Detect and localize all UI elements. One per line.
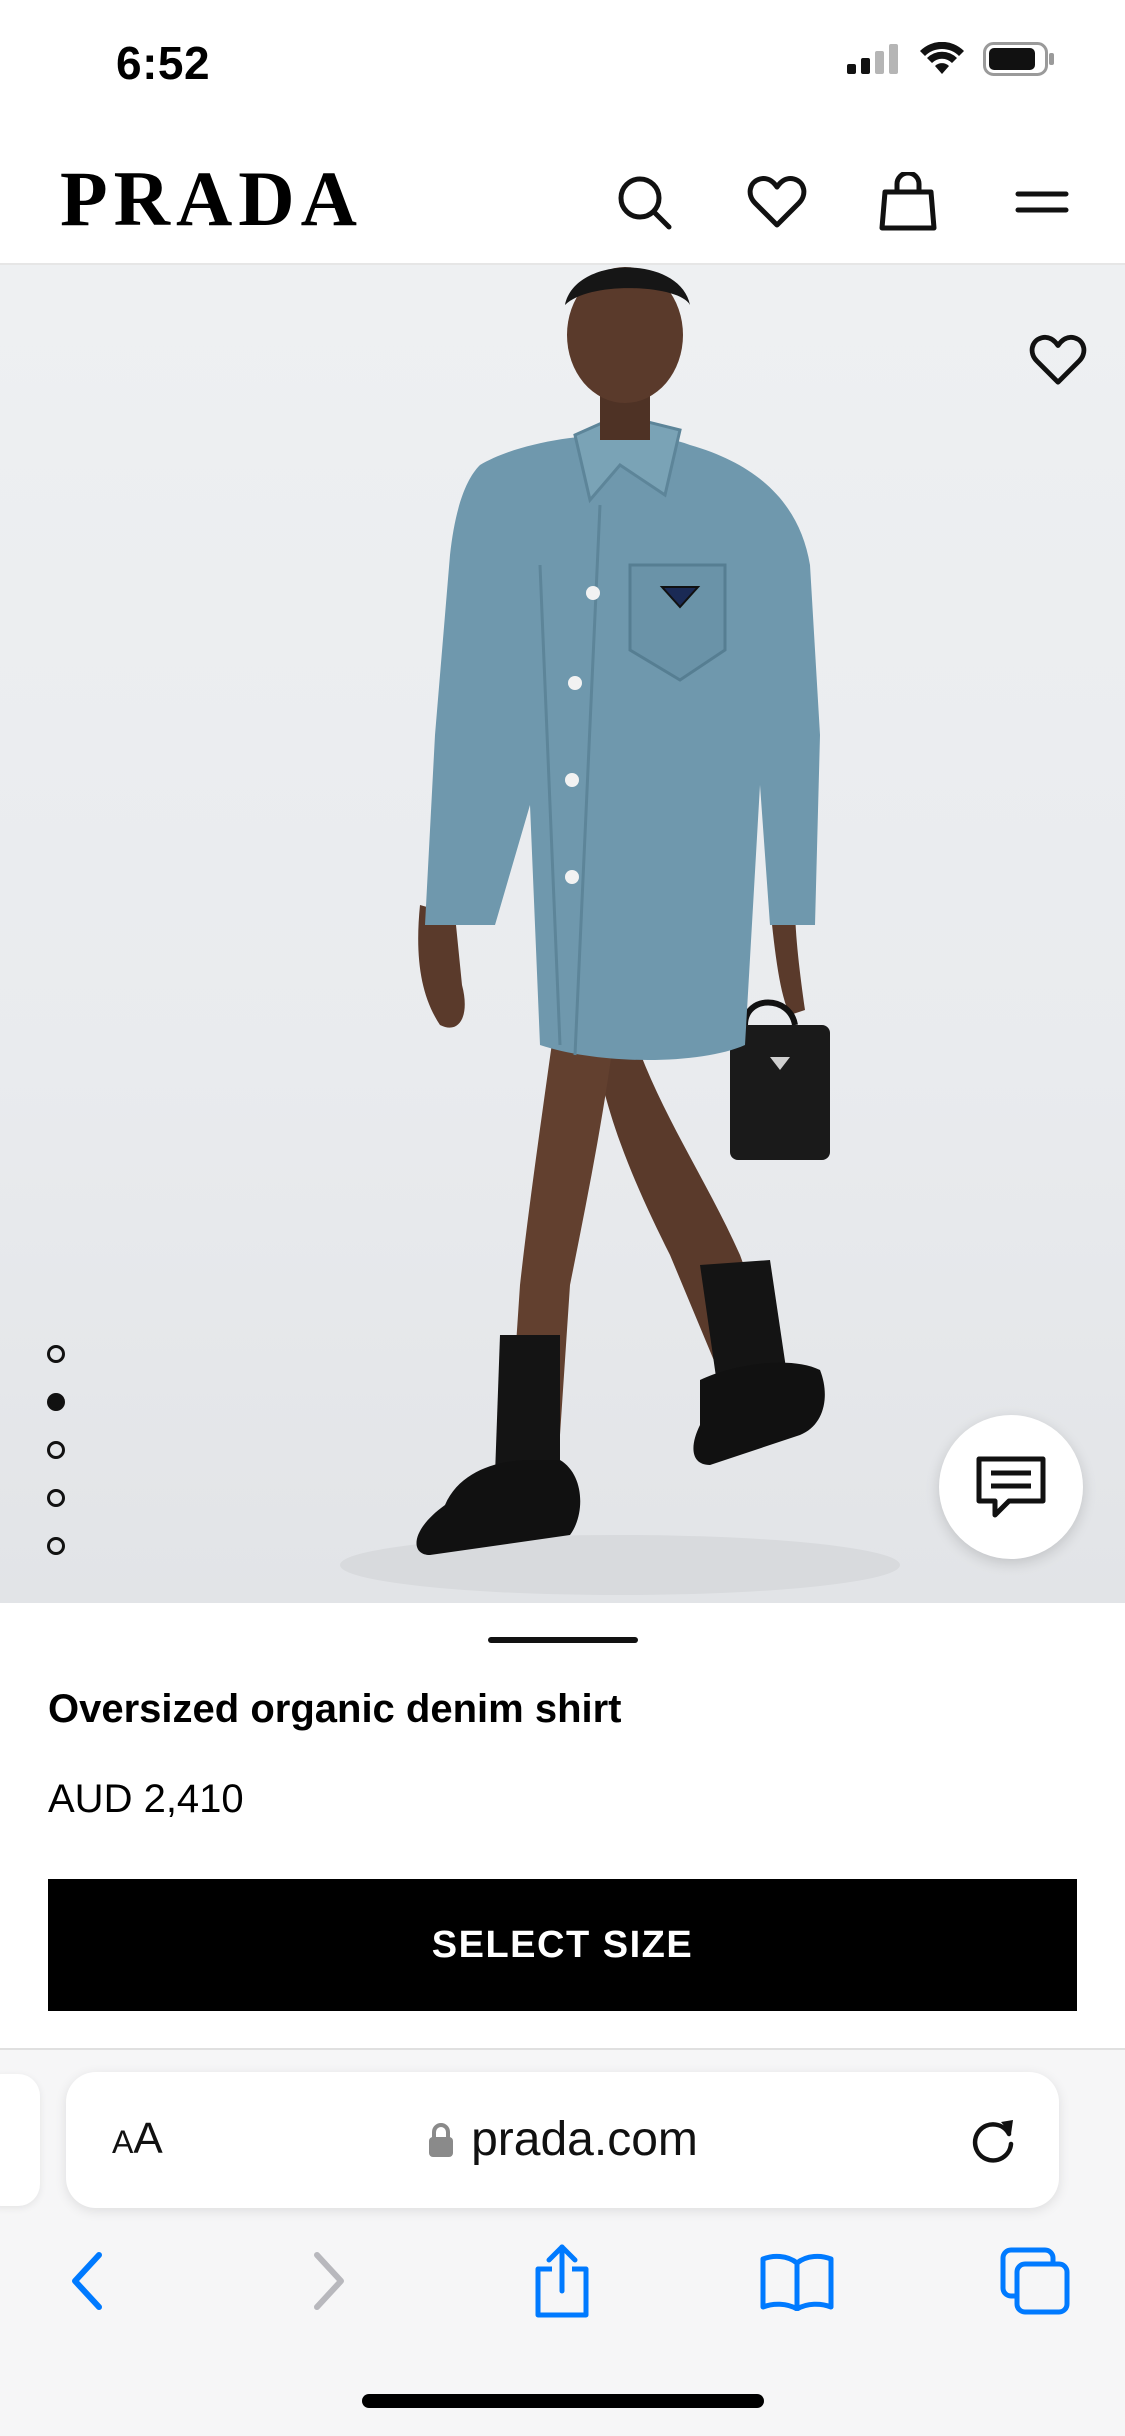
sheet-grabber[interactable] bbox=[488, 1637, 638, 1643]
chevron-right-icon bbox=[314, 2252, 344, 2310]
reload-icon[interactable] bbox=[965, 2112, 1021, 2168]
bookmarks-button[interactable] bbox=[752, 2236, 842, 2326]
tabs-button[interactable] bbox=[990, 2236, 1080, 2326]
chat-icon bbox=[976, 1456, 1046, 1518]
status-time: 6:52 bbox=[116, 37, 211, 89]
gallery-dot[interactable] bbox=[47, 1489, 65, 1507]
back-button[interactable] bbox=[42, 2236, 132, 2326]
chat-button[interactable] bbox=[939, 1415, 1083, 1559]
gallery-pagination bbox=[47, 1345, 65, 1555]
wifi-icon bbox=[920, 42, 964, 74]
tabs-icon bbox=[1000, 2247, 1070, 2315]
chevron-left-icon bbox=[72, 2252, 102, 2310]
address-bar[interactable]: AA prada.com bbox=[66, 2072, 1059, 2208]
share-icon bbox=[535, 2244, 589, 2318]
search-icon[interactable] bbox=[612, 170, 676, 234]
product-image-gallery[interactable] bbox=[0, 265, 1125, 1603]
status-bar: 6:52 bbox=[0, 0, 1125, 130]
add-to-wishlist-button[interactable] bbox=[1023, 325, 1093, 395]
site-header: PRADA bbox=[0, 130, 1125, 265]
book-icon bbox=[760, 2253, 834, 2311]
share-button[interactable] bbox=[517, 2236, 607, 2326]
menu-icon[interactable] bbox=[1010, 170, 1074, 234]
gallery-dot[interactable] bbox=[47, 1441, 65, 1459]
cellular-signal-icon bbox=[847, 44, 898, 74]
browser-toolbar: AA prada.com bbox=[0, 2048, 1125, 2436]
product-price: AUD 2,410 bbox=[48, 1777, 244, 1821]
forward-button[interactable] bbox=[284, 2236, 374, 2326]
product-info-panel: Oversized organic denim shirt AUD 2,410 … bbox=[0, 1603, 1125, 2048]
lock-icon bbox=[429, 2122, 454, 2157]
select-size-button[interactable]: SELECT SIZE bbox=[48, 1879, 1077, 2011]
gallery-dot-active[interactable] bbox=[47, 1393, 65, 1411]
gallery-dot[interactable] bbox=[47, 1345, 65, 1363]
status-icons bbox=[847, 42, 1055, 76]
heart-icon[interactable] bbox=[745, 170, 809, 234]
heart-outline-icon bbox=[1029, 334, 1087, 385]
gallery-dot[interactable] bbox=[47, 1537, 65, 1555]
previous-tab-peek[interactable] bbox=[0, 2074, 40, 2206]
bag-icon[interactable] bbox=[876, 170, 940, 234]
battery-icon bbox=[983, 42, 1054, 76]
url-display[interactable]: prada.com bbox=[66, 2112, 1059, 2167]
product-name: Oversized organic denim shirt bbox=[48, 1687, 622, 1731]
browser-nav-row bbox=[0, 2236, 1125, 2336]
url-text: prada.com bbox=[471, 2113, 698, 2166]
home-indicator[interactable] bbox=[362, 2394, 764, 2408]
prada-logo[interactable]: PRADA bbox=[60, 160, 363, 238]
product-photo bbox=[340, 267, 900, 1595]
